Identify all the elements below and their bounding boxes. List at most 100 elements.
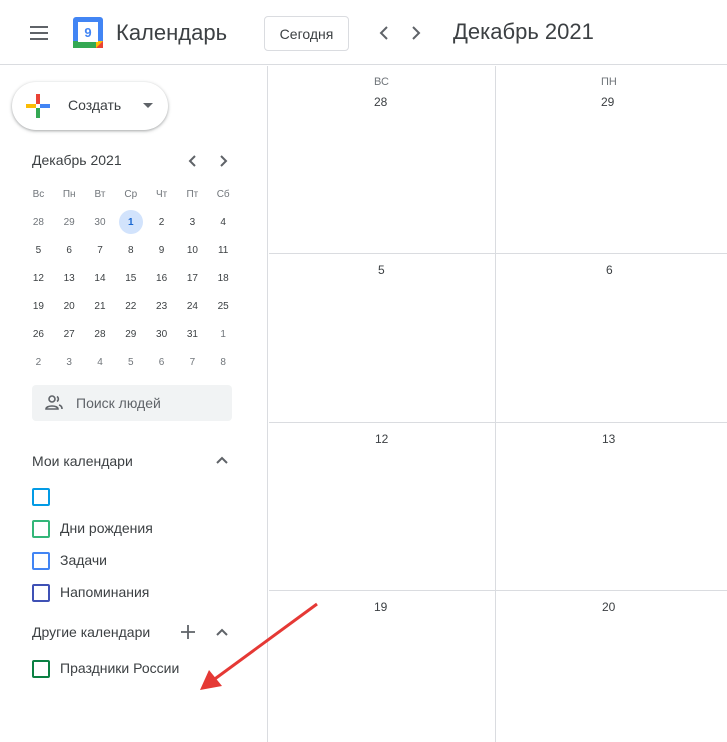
row-divider (269, 253, 727, 254)
mini-day[interactable]: 8 (208, 348, 239, 376)
mini-previous-month-icon[interactable] (184, 152, 202, 170)
day-number[interactable]: 5 (378, 263, 385, 277)
mini-day[interactable]: 2 (23, 348, 54, 376)
plus-multicolor-icon (26, 94, 50, 118)
calendar-checkbox[interactable] (32, 584, 50, 602)
mini-day-label: 11 (217, 244, 229, 256)
mini-day[interactable]: 3 (177, 208, 208, 236)
mini-day[interactable]: 18 (208, 264, 239, 292)
mini-day[interactable]: 11 (208, 236, 239, 264)
chevron-up-icon[interactable] (213, 624, 231, 642)
day-number[interactable]: 19 (374, 600, 387, 614)
main-menu-icon[interactable] (24, 20, 50, 46)
mini-day-label: 6 (66, 244, 72, 256)
mini-day[interactable]: 7 (85, 236, 116, 264)
mini-day[interactable]: 26 (23, 320, 54, 348)
mini-day-label: 18 (217, 272, 229, 284)
mini-weekday: Ср (124, 188, 138, 200)
mini-day-label: 4 (220, 216, 226, 228)
chevron-up-icon[interactable] (213, 452, 231, 470)
mini-day[interactable]: 19 (23, 292, 54, 320)
mini-day[interactable]: 1 (115, 208, 146, 236)
mini-day[interactable]: 28 (85, 320, 116, 348)
mini-week-row: 19 20 21 22 23 24 25 (23, 292, 239, 320)
mini-day[interactable]: 4 (85, 348, 116, 376)
day-number[interactable]: 12 (375, 432, 388, 446)
mini-next-month-icon[interactable] (214, 152, 232, 170)
mini-day-label: 20 (63, 300, 75, 312)
mini-day-label: 14 (94, 272, 106, 284)
mini-day[interactable]: 16 (146, 264, 177, 292)
mini-day[interactable]: 31 (177, 320, 208, 348)
mini-day-label: 12 (32, 272, 44, 284)
mini-day[interactable]: 9 (146, 236, 177, 264)
mini-day[interactable]: 30 (85, 208, 116, 236)
create-button[interactable]: Создать (12, 82, 168, 130)
calendar-checkbox[interactable] (32, 660, 50, 678)
people-search[interactable] (32, 385, 232, 421)
calendar-item-unnamed[interactable] (32, 483, 242, 509)
mini-day[interactable]: 2 (146, 208, 177, 236)
add-other-calendar-icon[interactable] (178, 622, 198, 642)
calendar-item-russian-holidays[interactable]: Праздники России (32, 655, 242, 681)
day-number[interactable]: 28 (374, 95, 387, 109)
mini-day[interactable]: 17 (177, 264, 208, 292)
mini-day[interactable]: 27 (54, 320, 85, 348)
mini-day[interactable]: 24 (177, 292, 208, 320)
day-number[interactable]: 29 (601, 95, 614, 109)
calendar-checkbox[interactable] (32, 552, 50, 570)
mini-day-label: 5 (35, 244, 42, 256)
next-period-icon[interactable] (405, 22, 427, 44)
previous-period-icon[interactable] (373, 22, 395, 44)
mini-day[interactable]: 5 (23, 236, 54, 264)
mini-day[interactable]: 15 (115, 264, 146, 292)
mini-day[interactable]: 25 (208, 292, 239, 320)
mini-day[interactable]: 21 (85, 292, 116, 320)
mini-calendar-title: Декабрь 2021 (32, 152, 122, 168)
my-calendars-title[interactable]: Мои календари (32, 453, 133, 469)
mini-day-label: 1 (220, 328, 226, 340)
day-number[interactable]: 13 (602, 432, 615, 446)
mini-day[interactable]: 29 (115, 320, 146, 348)
mini-day-label: 28 (94, 328, 106, 340)
mini-day[interactable]: 10 (177, 236, 208, 264)
mini-day[interactable]: 6 (146, 348, 177, 376)
mini-day[interactable]: 20 (54, 292, 85, 320)
mini-day[interactable]: 13 (54, 264, 85, 292)
mini-day[interactable]: 4 (208, 208, 239, 236)
mini-day[interactable]: 12 (23, 264, 54, 292)
calendar-item-reminders[interactable]: Напоминания (32, 579, 242, 605)
mini-day[interactable]: 3 (54, 348, 85, 376)
mini-day-label: 4 (97, 356, 103, 368)
day-number[interactable]: 20 (602, 600, 615, 614)
mini-day[interactable]: 22 (115, 292, 146, 320)
calendar-checkbox[interactable] (32, 520, 50, 538)
mini-day[interactable]: 23 (146, 292, 177, 320)
mini-day[interactable]: 8 (115, 236, 146, 264)
mini-day[interactable]: 14 (85, 264, 116, 292)
weekday-header: ПН (601, 76, 617, 88)
column-divider (495, 66, 496, 742)
calendar-item-birthdays[interactable]: Дни рождения (32, 515, 242, 541)
mini-day[interactable]: 6 (54, 236, 85, 264)
mini-day[interactable]: 29 (54, 208, 85, 236)
mini-week-row: 12 13 14 15 16 17 18 (23, 264, 239, 292)
mini-week-row: 2 3 4 5 6 7 8 (23, 348, 239, 376)
mini-day-label: 17 (186, 272, 198, 284)
calendar-item-tasks[interactable]: Задачи (32, 547, 242, 573)
period-title: Декабрь 2021 (453, 19, 594, 44)
mini-day-label: 16 (156, 272, 168, 284)
calendar-checkbox[interactable] (32, 488, 50, 506)
mini-day[interactable]: 1 (208, 320, 239, 348)
mini-day[interactable]: 7 (177, 348, 208, 376)
people-search-input[interactable] (76, 385, 226, 421)
today-button[interactable]: Сегодня (264, 16, 349, 51)
mini-day[interactable]: 28 (23, 208, 54, 236)
mini-day[interactable]: 5 (115, 348, 146, 376)
other-calendars-title[interactable]: Другие календари (32, 624, 150, 640)
mini-day-label: 7 (97, 244, 103, 256)
mini-day-label: 15 (125, 272, 137, 284)
mini-day-label: 26 (32, 328, 44, 340)
day-number[interactable]: 6 (606, 263, 613, 277)
mini-day[interactable]: 30 (146, 320, 177, 348)
